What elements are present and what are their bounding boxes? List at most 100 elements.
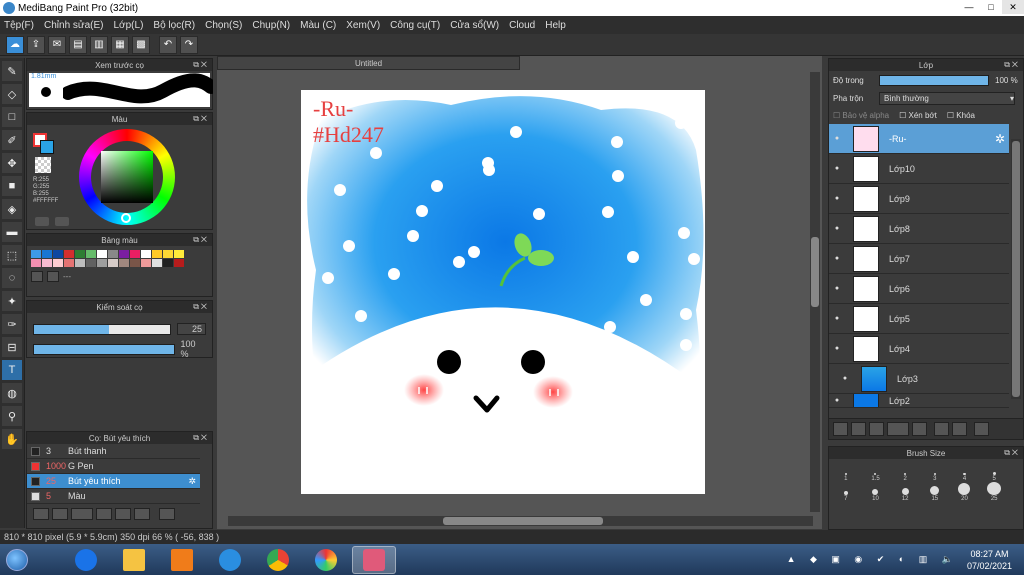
- brush-icon[interactable]: ✎: [2, 61, 22, 81]
- pen-icon[interactable]: ✐: [2, 130, 22, 150]
- hand-icon[interactable]: ✋: [2, 429, 22, 449]
- document-tab[interactable]: Untitled: [217, 56, 520, 70]
- undo-icon[interactable]: ↶: [159, 35, 177, 54]
- duplicate-icon[interactable]: [134, 508, 150, 520]
- panel-controls-icon[interactable]: ⧉✕: [1004, 60, 1020, 70]
- close-button[interactable]: ✕: [1002, 0, 1024, 14]
- horizontal-scrollbar[interactable]: [228, 516, 813, 526]
- new-layer-icon[interactable]: [833, 422, 848, 436]
- delete-palette-icon[interactable]: [47, 271, 59, 282]
- magic-wand-icon[interactable]: ✦: [2, 291, 22, 311]
- palette-swatch[interactable]: [108, 259, 118, 267]
- menu-edit[interactable]: Chỉnh sửa(E): [44, 20, 104, 31]
- clock[interactable]: 08:27 AM 07/02/2021: [967, 548, 1012, 572]
- select-rect-icon[interactable]: ⬚: [2, 245, 22, 265]
- gradient-icon[interactable]: ▬: [2, 222, 22, 242]
- select-eraser-icon[interactable]: ⊟: [2, 337, 22, 357]
- visibility-icon[interactable]: ●: [829, 315, 845, 322]
- protect-alpha-checkbox[interactable]: ☐ Bảo vệ alpha: [833, 111, 889, 120]
- media-icon[interactable]: [160, 546, 204, 574]
- layer-row[interactable]: ● Lớp5: [829, 304, 1009, 334]
- copy-layer-icon[interactable]: [934, 422, 949, 436]
- select-pen-icon[interactable]: ✑: [2, 314, 22, 334]
- brush-row[interactable]: 5 Màu: [27, 489, 200, 504]
- lasso-icon[interactable]: ◌: [2, 268, 22, 288]
- brush-size-option[interactable]: 3: [920, 462, 950, 482]
- lock-checkbox[interactable]: ☐ Khóa: [947, 111, 975, 120]
- panel-controls-icon[interactable]: ⧉✕: [193, 235, 209, 245]
- fill-rect-icon[interactable]: ■: [2, 176, 22, 196]
- brush-size-slider[interactable]: [33, 323, 171, 335]
- menu-view[interactable]: Xem(V): [346, 20, 380, 31]
- visibility-icon[interactable]: ●: [829, 135, 845, 142]
- palette-swatch[interactable]: [152, 250, 162, 258]
- zalo-icon[interactable]: [64, 546, 108, 574]
- brush-size-option[interactable]: 15: [920, 482, 950, 502]
- brush-size-option[interactable]: 5: [979, 462, 1009, 482]
- brush-row[interactable]: 1000 G Pen: [27, 459, 200, 474]
- move-icon[interactable]: ✥: [2, 153, 22, 173]
- menu-tools[interactable]: Công cụ(T): [390, 20, 440, 31]
- palette-swatch[interactable]: [53, 250, 63, 258]
- medibang-icon[interactable]: [352, 545, 396, 574]
- hue-handle[interactable]: [121, 213, 131, 223]
- menu-filter[interactable]: Bộ lọc(R): [153, 20, 195, 31]
- gear-icon[interactable]: ✲: [995, 132, 1005, 146]
- brush-opacity-slider[interactable]: [33, 343, 175, 355]
- panel-controls-icon[interactable]: ⧉✕: [1004, 448, 1020, 458]
- menu-select[interactable]: Chọn(S): [205, 20, 242, 31]
- drawing-canvas[interactable]: -Ru- #Hd247: [301, 90, 705, 494]
- add-brush-icon[interactable]: [33, 508, 49, 520]
- brush-size-option[interactable]: 25: [979, 482, 1009, 502]
- brush-row-selected[interactable]: 25 Bút yêu thích ✲: [27, 474, 200, 489]
- layer-row[interactable]: ● Lớp10: [829, 154, 1009, 184]
- palette-swatch[interactable]: [97, 250, 107, 258]
- brush-menu-icon[interactable]: [71, 508, 93, 520]
- ie-icon[interactable]: [208, 546, 252, 574]
- transparent-swatch[interactable]: [35, 157, 51, 173]
- tiles-icon[interactable]: ▩: [132, 35, 150, 54]
- page-icon[interactable]: ▥: [90, 35, 108, 54]
- visibility-icon[interactable]: ●: [829, 225, 845, 232]
- folder-icon[interactable]: [115, 508, 131, 520]
- palette-swatch[interactable]: [108, 250, 118, 258]
- lasso-fill-icon[interactable]: ◍: [2, 383, 22, 403]
- new-brush-icon[interactable]: [52, 508, 68, 520]
- visibility-icon[interactable]: ●: [837, 375, 853, 382]
- saturation-square[interactable]: [101, 151, 153, 203]
- palette-swatch[interactable]: [64, 259, 74, 267]
- palette-swatch[interactable]: [130, 259, 140, 267]
- eraser-icon[interactable]: ◇: [2, 84, 22, 104]
- layer-row[interactable]: ● Lớp9: [829, 184, 1009, 214]
- panel-controls-icon[interactable]: ⧉✕: [193, 302, 209, 312]
- menu-layer[interactable]: Lớp(L): [114, 20, 144, 31]
- menu-snap[interactable]: Chụp(N): [252, 20, 290, 31]
- palette-swatch[interactable]: [119, 259, 129, 267]
- brush-size-option[interactable]: 7: [831, 482, 861, 502]
- minimize-button[interactable]: —: [958, 0, 980, 14]
- scroll-thumb[interactable]: [811, 237, 819, 307]
- layer-row[interactable]: ● Lớp2: [829, 394, 1009, 408]
- folder-icon[interactable]: [912, 422, 927, 436]
- text-icon[interactable]: T: [2, 360, 22, 380]
- palette-swatch[interactable]: [141, 250, 151, 258]
- maximize-button[interactable]: □: [980, 0, 1002, 14]
- menu-color[interactable]: Màu (C): [300, 20, 336, 31]
- layer-menu-icon[interactable]: [887, 422, 909, 436]
- palette-swatch[interactable]: [86, 259, 96, 267]
- chrome-icon[interactable]: [256, 546, 300, 574]
- palette-swatch[interactable]: [174, 250, 184, 258]
- scroll-thumb[interactable]: [443, 517, 603, 525]
- palette-swatch[interactable]: [163, 259, 173, 267]
- color-mode-button[interactable]: [35, 217, 49, 226]
- layer-opacity-slider[interactable]: [879, 75, 989, 86]
- layer-row[interactable]: ● Lớp3: [829, 364, 1009, 394]
- doc-icon[interactable]: ▤: [69, 35, 87, 54]
- cloud-icon[interactable]: ☁: [6, 35, 24, 54]
- palette-swatch[interactable]: [75, 250, 85, 258]
- vertical-scrollbar[interactable]: [810, 72, 820, 512]
- trash-icon[interactable]: [159, 508, 175, 520]
- clip-checkbox[interactable]: ☐ Xén bớt: [899, 111, 937, 120]
- visibility-icon[interactable]: ●: [829, 397, 845, 404]
- explorer-icon[interactable]: [112, 546, 156, 574]
